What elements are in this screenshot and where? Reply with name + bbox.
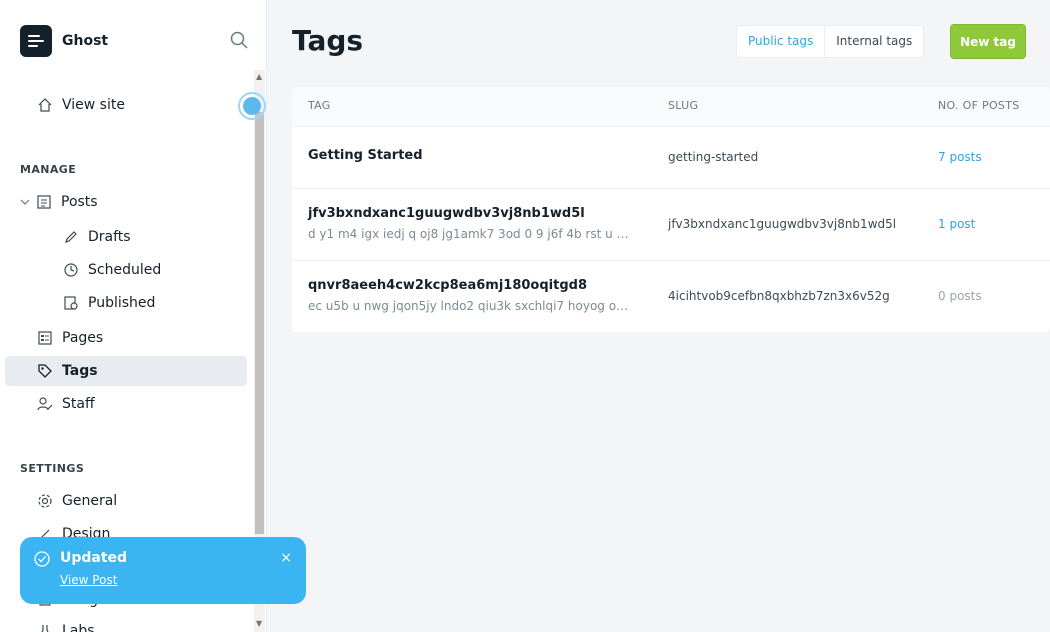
tag-post-count[interactable]: 0 posts [938, 289, 982, 303]
tag-name[interactable]: qnvr8aeeh4cw2kcp8ea6mj180oqitgd8 [308, 278, 587, 293]
tag-slug: getting-started [668, 150, 759, 164]
staff-icon [36, 395, 54, 413]
tag-slug: jfv3bxndxanc1guugwdbv3vj8nb1wd5l [668, 217, 897, 231]
sidebar-item-label: Scheduled [88, 262, 162, 278]
row-divider [292, 260, 1050, 261]
row-divider [292, 188, 1050, 189]
sidebar-item-label: Tags [62, 363, 98, 379]
pencil-icon [62, 228, 80, 246]
ghost-logo-icon[interactable] [20, 25, 52, 57]
sidebar-item-labs[interactable]: Labs [5, 616, 247, 632]
clock-icon [62, 261, 80, 279]
column-header-posts: NO. OF POSTS [938, 99, 1020, 112]
sidebar-item-label: General [62, 493, 118, 509]
sidebar-header: Ghost [20, 24, 248, 58]
tag-name[interactable]: jfv3bxndxanc1guugwdbv3vj8nb1wd5l [308, 206, 585, 221]
pages-icon [36, 329, 54, 347]
check-circle-icon [34, 551, 50, 567]
scroll-up-arrow-icon[interactable]: ▲ [256, 72, 262, 81]
flask-icon [36, 622, 54, 632]
sidebar-item-label: Pages [62, 330, 104, 346]
scroll-down-arrow-icon[interactable]: ▼ [256, 619, 262, 628]
tag-description: d y1 m4 igx iedj q oj8 jg1amk7 3od 0 9 j… [308, 227, 629, 241]
sidebar-item-scheduled[interactable]: Scheduled [5, 255, 247, 285]
tag-name[interactable]: Getting Started [308, 148, 423, 163]
sidebar-item-label: Drafts [88, 229, 131, 245]
section-label-settings: SETTINGS [20, 462, 85, 475]
document-icon [35, 193, 53, 211]
chevron-down-icon[interactable] [19, 193, 31, 211]
sidebar-scrollbar-thumb[interactable] [255, 112, 264, 534]
pulse-indicator [238, 92, 266, 120]
sidebar-item-label: Posts [61, 194, 98, 210]
tag-slug: 4icihtvob9cefbn8qxbhzb7zn3x6v52g [668, 289, 890, 303]
sidebar-item-label: Published [88, 295, 156, 311]
section-label-manage: MANAGE [20, 163, 77, 176]
tab-public-tags[interactable]: Public tags [737, 26, 826, 57]
notification-toast: Updated View Post × [20, 537, 306, 604]
home-icon [36, 96, 54, 114]
page-title: Tags [292, 24, 364, 57]
tab-internal-tags[interactable]: Internal tags [825, 26, 923, 57]
search-icon[interactable] [230, 31, 248, 49]
tag-icon [36, 362, 54, 380]
gear-icon [36, 492, 54, 510]
brand-name[interactable]: Ghost [62, 33, 108, 49]
published-icon [62, 294, 80, 312]
close-icon[interactable]: × [280, 550, 292, 566]
sidebar-item-pages[interactable]: Pages [5, 323, 247, 353]
sidebar-item-label: View site [62, 97, 125, 113]
view-post-link[interactable]: View Post [60, 573, 117, 587]
sidebar-item-label: Labs [62, 623, 95, 632]
tag-post-count[interactable]: 1 post [938, 217, 975, 231]
sidebar-item-label: Staff [62, 396, 95, 412]
sidebar-item-general[interactable]: General [5, 486, 247, 516]
sidebar-item-published[interactable]: Published [5, 288, 247, 318]
column-header-tag: TAG [308, 99, 331, 112]
toast-title: Updated [60, 550, 128, 566]
column-header-slug: SLUG [668, 99, 699, 112]
tag-type-toggle: Public tags Internal tags [736, 25, 925, 58]
tag-post-count[interactable]: 7 posts [938, 150, 982, 164]
sidebar-item-tags[interactable]: Tags [5, 356, 247, 386]
sidebar-item-drafts[interactable]: Drafts [5, 222, 247, 252]
sidebar-item-view-site[interactable]: View site [5, 90, 247, 120]
tag-description: ec u5b u nwg jqon5jy lndo2 qiu3k sxchlqi… [308, 299, 629, 313]
new-tag-button[interactable]: New tag [950, 24, 1026, 59]
sidebar-item-posts[interactable]: Posts [5, 187, 247, 217]
sidebar-item-staff[interactable]: Staff [5, 389, 247, 419]
